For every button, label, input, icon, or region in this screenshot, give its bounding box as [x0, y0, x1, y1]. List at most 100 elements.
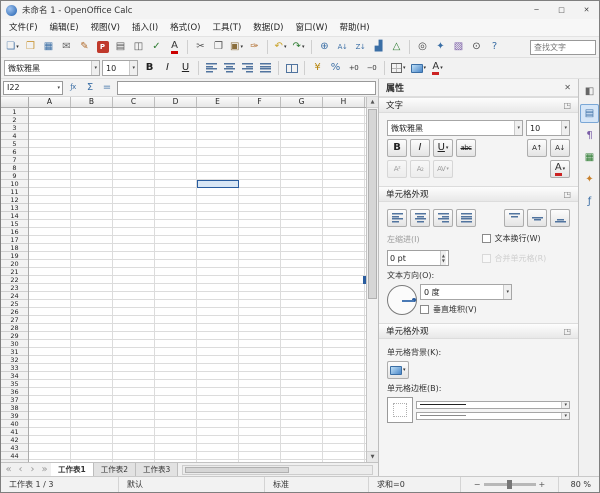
chevron-down-icon[interactable]: ▾ — [503, 285, 511, 299]
border-preset-widget[interactable] — [387, 397, 413, 423]
chevron-down-icon[interactable]: ▾ — [561, 121, 569, 135]
row-header-1[interactable]: 1 — [1, 108, 28, 116]
name-box[interactable]: I22 ▾ — [3, 81, 63, 95]
zoom-slider-handle[interactable] — [507, 480, 512, 489]
sum-button[interactable]: Σ — [82, 81, 98, 95]
merge-cells-option[interactable]: 合并单元格(R) — [482, 253, 571, 264]
add-decimal-button[interactable]: +0 — [345, 60, 362, 77]
row-header-16[interactable]: 16 — [1, 228, 28, 236]
row-header-15[interactable]: 15 — [1, 220, 28, 228]
show-draw-functions-button[interactable]: △ — [388, 39, 405, 56]
find-replace-button[interactable]: ◎ — [414, 39, 431, 56]
italic-button[interactable]: I — [159, 60, 176, 77]
cells-area[interactable] — [29, 108, 366, 462]
border-line-style-combo[interactable]: ▾ — [416, 401, 570, 409]
minimize-button[interactable]: ─ — [524, 1, 549, 19]
highlighted-cell[interactable] — [197, 180, 239, 188]
spellcheck-button[interactable]: ✓ — [148, 39, 165, 56]
row-header-5[interactable]: 5 — [1, 140, 28, 148]
row-header-42[interactable]: 42 — [1, 436, 28, 444]
sidebar-underline-button[interactable]: U▾ — [433, 139, 453, 157]
row-header-8[interactable]: 8 — [1, 164, 28, 172]
sidebar-strikethrough-button[interactable]: abc — [456, 139, 476, 157]
column-header-C[interactable]: C — [113, 97, 155, 107]
functions-tab[interactable]: ƒ — [580, 192, 599, 211]
styles-tab[interactable]: ¶ — [580, 126, 599, 145]
menu-data[interactable]: 数据(D) — [247, 19, 289, 37]
function-wizard-button[interactable]: ƒx — [65, 81, 81, 95]
formula-input-line[interactable] — [117, 81, 376, 95]
maximize-button[interactable]: □ — [549, 1, 574, 19]
row-header-10[interactable]: 10 — [1, 180, 28, 188]
row-header-9[interactable]: 9 — [1, 172, 28, 180]
row-header-11[interactable]: 11 — [1, 188, 28, 196]
sidebar-character-spacing-button[interactable]: AV▾ — [433, 160, 453, 178]
vertically-stacked-checkbox[interactable] — [420, 305, 429, 314]
row-header-13[interactable]: 13 — [1, 204, 28, 212]
orientation-degree-combo[interactable]: 0 度 ▾ — [420, 284, 512, 300]
align-justify-button[interactable] — [257, 60, 274, 77]
row-header-25[interactable]: 25 — [1, 300, 28, 308]
sidebar-valign-top-button[interactable] — [504, 209, 524, 227]
close-button[interactable]: ✕ — [574, 1, 599, 19]
column-header-H[interactable]: H — [323, 97, 365, 107]
export-pdf-button[interactable]: P — [94, 39, 111, 56]
help-button[interactable]: ? — [486, 39, 503, 56]
first-sheet-button[interactable]: « — [3, 464, 14, 476]
gallery-tab[interactable]: ▦ — [580, 148, 599, 167]
sidebar-align-right-button[interactable] — [433, 209, 453, 227]
align-right-button[interactable] — [239, 60, 256, 77]
row-header-36[interactable]: 36 — [1, 388, 28, 396]
row-header-18[interactable]: 18 — [1, 244, 28, 252]
merge-cells-checkbox[interactable] — [482, 254, 491, 263]
sidebar-valign-center-button[interactable] — [527, 209, 547, 227]
column-header-D[interactable]: D — [155, 97, 197, 107]
row-header-14[interactable]: 14 — [1, 212, 28, 220]
sidebar-bold-button[interactable]: B — [387, 139, 407, 157]
vertically-stacked-option[interactable]: 垂直堆积(V) — [420, 304, 570, 315]
sidebar-superscript-button[interactable]: A² — [387, 160, 407, 178]
row-header-28[interactable]: 28 — [1, 324, 28, 332]
menu-edit[interactable]: 编辑(E) — [44, 19, 85, 37]
insert-chart-button[interactable]: ▟ — [370, 39, 387, 56]
menu-view[interactable]: 视图(V) — [85, 19, 126, 37]
select-all-corner[interactable] — [1, 97, 29, 108]
page-style[interactable]: 默认 — [119, 477, 265, 492]
sidebar-align-left-button[interactable] — [387, 209, 407, 227]
zoom-level[interactable]: 80 % — [559, 477, 599, 492]
menu-window[interactable]: 窗口(W) — [289, 19, 333, 37]
row-header-39[interactable]: 39 — [1, 412, 28, 420]
copy-button[interactable]: ❐ — [210, 39, 227, 56]
menu-format[interactable]: 格式(O) — [164, 19, 206, 37]
column-header-A[interactable]: A — [29, 97, 71, 107]
sidebar-increase-font-size-button[interactable]: A↑ — [527, 139, 547, 157]
row-header-37[interactable]: 37 — [1, 396, 28, 404]
navigator-button[interactable]: ✦ — [432, 39, 449, 56]
menu-file[interactable]: 文件(F) — [3, 19, 44, 37]
sheet-tab-2[interactable]: 工作表2 — [94, 463, 136, 476]
sidebar-italic-button[interactable]: I — [410, 139, 430, 157]
open-button[interactable]: ❒ — [22, 39, 39, 56]
scroll-up-icon[interactable]: ▲ — [367, 97, 378, 108]
vertical-scrollbar-thumb[interactable] — [368, 109, 377, 299]
redo-button[interactable]: ↷▾ — [290, 39, 307, 56]
autospellcheck-button[interactable]: A — [166, 39, 183, 56]
menu-insert[interactable]: 插入(I) — [126, 19, 164, 37]
horizontal-scrollbar-thumb[interactable] — [185, 467, 289, 473]
row-header-19[interactable]: 19 — [1, 252, 28, 260]
column-header-E[interactable]: E — [197, 97, 239, 107]
chevron-down-icon[interactable]: ▾ — [561, 402, 569, 408]
new-document-button[interactable]: ❏▾ — [4, 39, 21, 56]
row-header-3[interactable]: 3 — [1, 124, 28, 132]
row-header-43[interactable]: 43 — [1, 444, 28, 452]
row-header-44[interactable]: 44 — [1, 452, 28, 460]
spin-down-icon[interactable]: ▼ — [442, 258, 445, 263]
row-header-23[interactable]: 23 — [1, 284, 28, 292]
row-header-38[interactable]: 38 — [1, 404, 28, 412]
section-header-cell-appearance[interactable]: 单元格外观 ◳ — [379, 323, 578, 339]
row-header-6[interactable]: 6 — [1, 148, 28, 156]
zoom-slider[interactable]: − + — [461, 477, 559, 492]
zoom-button[interactable]: ⊙ — [468, 39, 485, 56]
more-options-icon[interactable]: ◳ — [563, 327, 571, 336]
chevron-down-icon[interactable]: ▾ — [561, 413, 569, 419]
